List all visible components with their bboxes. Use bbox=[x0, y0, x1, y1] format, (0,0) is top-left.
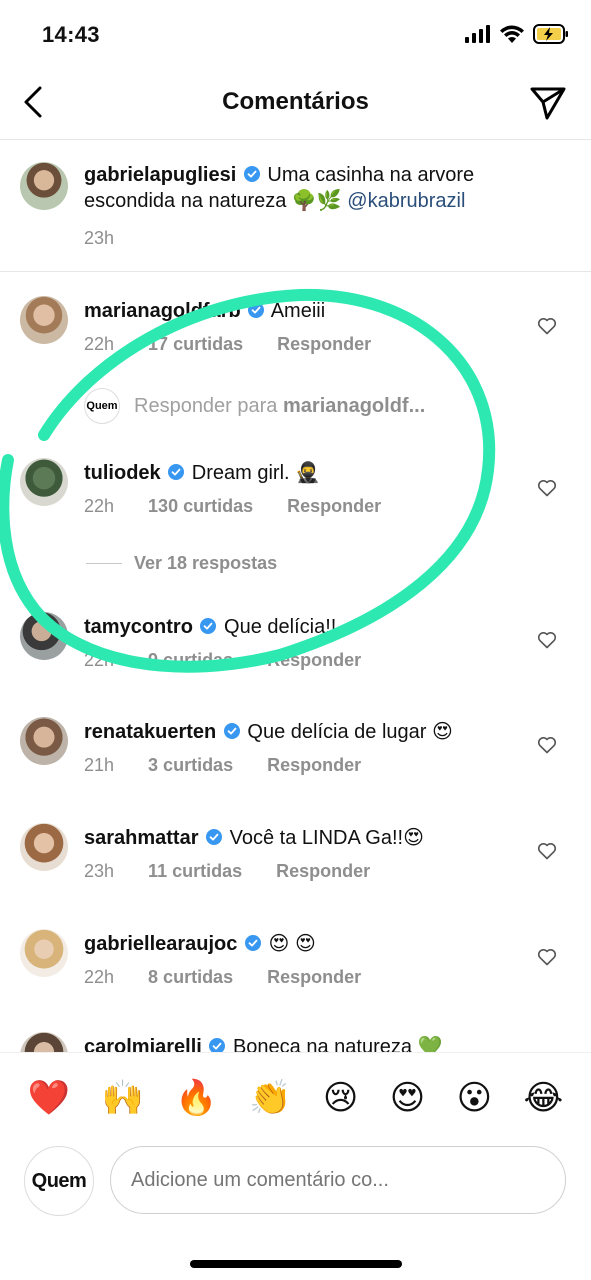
comment-meta: 22h 9 curtidas Responder bbox=[84, 650, 361, 671]
reply-avatar: Quem bbox=[84, 388, 120, 424]
view-replies-line bbox=[86, 563, 122, 564]
reply-button[interactable]: Responder bbox=[287, 496, 381, 517]
comment-likes[interactable]: 8 curtidas bbox=[148, 967, 233, 988]
post-caption: gabrielapugliesi Uma casinha na arvore e… bbox=[0, 140, 591, 272]
view-replies-button[interactable]: Ver 18 respostas bbox=[86, 553, 277, 574]
emoji-fire[interactable]: 🔥 bbox=[175, 1081, 217, 1115]
comment-text: Ameiii bbox=[270, 300, 326, 322]
reply-button[interactable]: Responder bbox=[277, 334, 371, 355]
avatar[interactable] bbox=[20, 162, 68, 210]
verified-badge-icon bbox=[200, 618, 217, 634]
comment-text: Que delícia!! bbox=[224, 616, 337, 638]
status-icons bbox=[465, 24, 569, 44]
send-direct-icon[interactable] bbox=[529, 84, 567, 122]
comment-meta: 21h 3 curtidas Responder bbox=[84, 755, 361, 776]
comment-meta: 22h 8 curtidas Responder bbox=[84, 967, 361, 988]
emoji-heart-eyes[interactable]: 😍 bbox=[390, 1081, 425, 1115]
wifi-icon bbox=[500, 25, 524, 43]
comment-likes[interactable]: 11 curtidas bbox=[148, 861, 242, 882]
reply-button[interactable]: Responder bbox=[276, 861, 370, 882]
avatar[interactable] bbox=[20, 612, 68, 660]
comment-text: 😍 😍 bbox=[268, 933, 316, 955]
heart-icon[interactable] bbox=[537, 735, 557, 755]
comment-username[interactable]: renatakuerten bbox=[84, 721, 216, 743]
heart-icon[interactable] bbox=[537, 478, 557, 498]
comment-username[interactable]: gabriellearaujoc bbox=[84, 933, 237, 955]
avatar[interactable] bbox=[20, 823, 68, 871]
battery-charging-icon bbox=[533, 24, 568, 44]
reply-button[interactable]: Responder bbox=[267, 755, 361, 776]
status-time: 14:43 bbox=[42, 22, 100, 47]
comment-likes[interactable]: 9 curtidas bbox=[148, 650, 233, 671]
heart-icon[interactable] bbox=[537, 841, 557, 861]
verified-badge-icon bbox=[223, 723, 240, 739]
comment-input[interactable] bbox=[110, 1146, 566, 1214]
avatar[interactable] bbox=[20, 458, 68, 506]
avatar[interactable] bbox=[20, 717, 68, 765]
emoji-raised-hands[interactable]: 🙌 bbox=[102, 1081, 144, 1115]
comment-text: Você ta LINDA Ga!!😍 bbox=[229, 827, 424, 849]
reply-prompt-target: marianagoldf... bbox=[283, 394, 426, 417]
reply-prompt-prefix: Responder para bbox=[134, 394, 278, 417]
verified-badge-icon bbox=[244, 935, 261, 951]
comment-username[interactable]: sarahmattar bbox=[84, 827, 199, 849]
comment-age: 22h bbox=[84, 334, 115, 354]
comment-age: 22h bbox=[84, 967, 115, 987]
comment-likes[interactable]: 3 curtidas bbox=[148, 755, 233, 776]
cellular-signal-icon bbox=[465, 25, 490, 43]
emoji-surprised[interactable]: 😮 bbox=[457, 1081, 492, 1115]
comment-meta: 23h 11 curtidas Responder bbox=[84, 861, 370, 882]
comment-age: 23h bbox=[84, 861, 115, 881]
comment-meta: 22h 130 curtidas Responder bbox=[84, 496, 381, 517]
comment-meta: 22h 17 curtidas Responder bbox=[84, 334, 371, 355]
comment-age: 22h bbox=[84, 650, 115, 670]
caption-mention[interactable]: @kabrubrazil bbox=[347, 190, 465, 212]
avatar[interactable] bbox=[20, 929, 68, 977]
heart-icon[interactable] bbox=[537, 630, 557, 650]
caption-username[interactable]: gabrielapugliesi bbox=[84, 164, 236, 186]
caption-age: 23h bbox=[84, 228, 115, 248]
comment-age: 22h bbox=[84, 496, 115, 516]
emoji-heart[interactable]: ❤️ bbox=[28, 1081, 70, 1115]
reply-button[interactable]: Responder bbox=[267, 650, 361, 671]
comment-likes[interactable]: 130 curtidas bbox=[148, 496, 253, 517]
home-indicator[interactable] bbox=[190, 1260, 402, 1268]
comment-username[interactable]: tamycontro bbox=[84, 616, 193, 638]
view-replies-label: Ver 18 respostas bbox=[134, 553, 278, 573]
comment-age: 21h bbox=[84, 755, 115, 775]
composer-avatar: Quem bbox=[24, 1146, 94, 1216]
reply-prompt[interactable]: Quem Responder para marianagoldf... bbox=[84, 388, 425, 424]
caption-text: Uma casinha na arvore bbox=[267, 164, 475, 186]
emoji-crying[interactable]: 😢 bbox=[323, 1081, 358, 1115]
emoji-clap[interactable]: 👏 bbox=[249, 1081, 291, 1115]
heart-icon[interactable] bbox=[537, 316, 557, 336]
heart-icon[interactable] bbox=[537, 947, 557, 967]
caption-text-continued: escondida na natureza 🌳🌿 bbox=[84, 190, 342, 212]
emoji-laughing[interactable]: 😂 bbox=[524, 1081, 564, 1115]
verified-badge-icon bbox=[168, 464, 185, 480]
caption-meta: 23h bbox=[84, 228, 114, 249]
page-title: Comentários bbox=[222, 88, 369, 115]
verified-badge-icon bbox=[248, 302, 265, 318]
comment-text: Dream girl. 🥷 bbox=[191, 462, 321, 484]
caption-text-block: gabrielapugliesi Uma casinha na arvore e… bbox=[84, 162, 551, 214]
header: Comentários bbox=[0, 66, 591, 140]
comment-username[interactable]: marianagoldfarb bbox=[84, 300, 241, 322]
avatar[interactable] bbox=[20, 296, 68, 344]
comment-likes[interactable]: 17 curtidas bbox=[148, 334, 243, 355]
verified-badge-icon bbox=[206, 829, 223, 845]
verified-badge-icon bbox=[243, 166, 260, 182]
comment-text: Que delícia de lugar 😍 bbox=[247, 721, 453, 743]
emoji-reaction-bar: ❤️ 🙌 🔥 👏 😢 😍 😮 😂 bbox=[0, 1052, 591, 1142]
status-bar: 14:43 bbox=[0, 0, 591, 66]
comment-composer: Quem bbox=[0, 1142, 591, 1280]
comment-username[interactable]: tuliodek bbox=[84, 462, 161, 484]
reply-button[interactable]: Responder bbox=[267, 967, 361, 988]
